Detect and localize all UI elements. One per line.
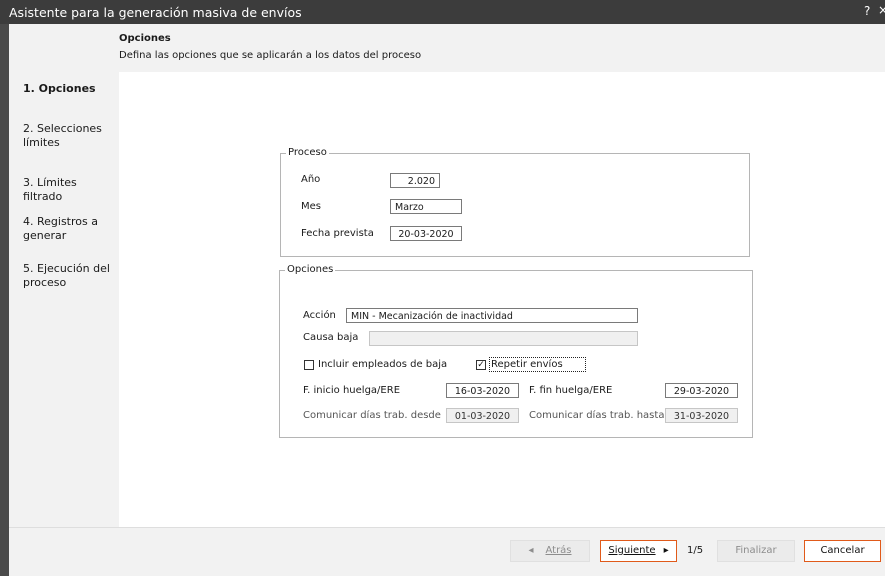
mes-field[interactable]: Marzo (390, 199, 462, 214)
next-button[interactable]: Siguiente ▸ (600, 540, 677, 562)
wizard-footer: ◂ Atrás Siguiente ▸ 1/5 Finalizar Cancelar (9, 527, 885, 576)
fecha-prevista-field[interactable]: 20-03-2020 (390, 226, 462, 241)
accion-field[interactable]: MIN - Mecanización de inactividad (346, 308, 638, 323)
close-icon[interactable]: × (878, 3, 885, 17)
content-panel: Proceso Año 2.020 Mes Marzo Fecha previs… (119, 72, 885, 527)
finish-button[interactable]: Finalizar (717, 540, 795, 562)
incluir-empleados-label[interactable]: Incluir empleados de baja (318, 359, 447, 371)
page-title: Opciones (119, 33, 171, 44)
step-opciones[interactable]: 1. Opciones (23, 82, 117, 96)
accion-label: Acción (303, 310, 336, 321)
comunicar-desde-label: Comunicar días trab. desde (303, 410, 441, 421)
comunicar-desde-field: 01-03-2020 (446, 408, 519, 423)
fin-huelga-field[interactable]: 29-03-2020 (665, 383, 738, 398)
opciones-group: Opciones Acción MIN - Mecanización de in… (279, 264, 753, 438)
title-bar: Asistente para la generación masiva de e… (0, 0, 885, 24)
next-label: Siguiente (608, 545, 656, 556)
fecha-prevista-label: Fecha prevista (301, 228, 374, 239)
help-icon[interactable]: ? (864, 4, 870, 18)
step-selecciones-limites[interactable]: 2. Selecciones límites (23, 122, 117, 150)
opciones-legend: Opciones (285, 264, 336, 276)
anio-label: Año (301, 174, 321, 185)
chevron-right-icon: ▸ (663, 545, 669, 556)
back-label: Atrás (545, 545, 572, 556)
page-counter: 1/5 (687, 545, 704, 556)
repetir-envios-label[interactable]: Repetir envíos (491, 359, 563, 371)
wizard-window: Opciones Defina las opciones que se apli… (9, 24, 885, 576)
proceso-legend: Proceso (286, 147, 329, 159)
comunicar-hasta-label: Comunicar días trab. hasta (529, 410, 665, 421)
inicio-huelga-label: F. inicio huelga/ERE (303, 385, 401, 396)
causa-baja-label: Causa baja (303, 332, 359, 343)
step-ejecucion-proceso[interactable]: 5. Ejecución del proceso (23, 262, 117, 290)
window-title: Asistente para la generación masiva de e… (9, 5, 302, 20)
back-button[interactable]: ◂ Atrás (510, 540, 590, 562)
anio-field[interactable]: 2.020 (390, 173, 440, 188)
incluir-empleados-checkbox[interactable] (304, 360, 314, 370)
page-description: Defina las opciones que se aplicarán a l… (119, 50, 422, 61)
repetir-envios-checkbox[interactable]: ✓ (476, 360, 486, 370)
step-limites-filtrado[interactable]: 3. Límites filtrado (23, 176, 117, 204)
comunicar-hasta-field: 31-03-2020 (665, 408, 738, 423)
wizard-header: Opciones Defina las opciones que se apli… (9, 24, 885, 72)
cancel-button[interactable]: Cancelar (804, 540, 881, 562)
fin-huelga-label: F. fin huelga/ERE (529, 385, 613, 396)
wizard-steps: 1. Opciones 2. Selecciones límites 3. Lí… (9, 72, 119, 527)
causa-baja-field (369, 331, 638, 346)
step-registros-generar[interactable]: 4. Registros a generar (23, 215, 117, 243)
inicio-huelga-field[interactable]: 16-03-2020 (446, 383, 519, 398)
chevron-left-icon: ◂ (528, 545, 534, 556)
proceso-group: Proceso Año 2.020 Mes Marzo Fecha previs… (280, 147, 750, 257)
mes-label: Mes (301, 201, 321, 212)
